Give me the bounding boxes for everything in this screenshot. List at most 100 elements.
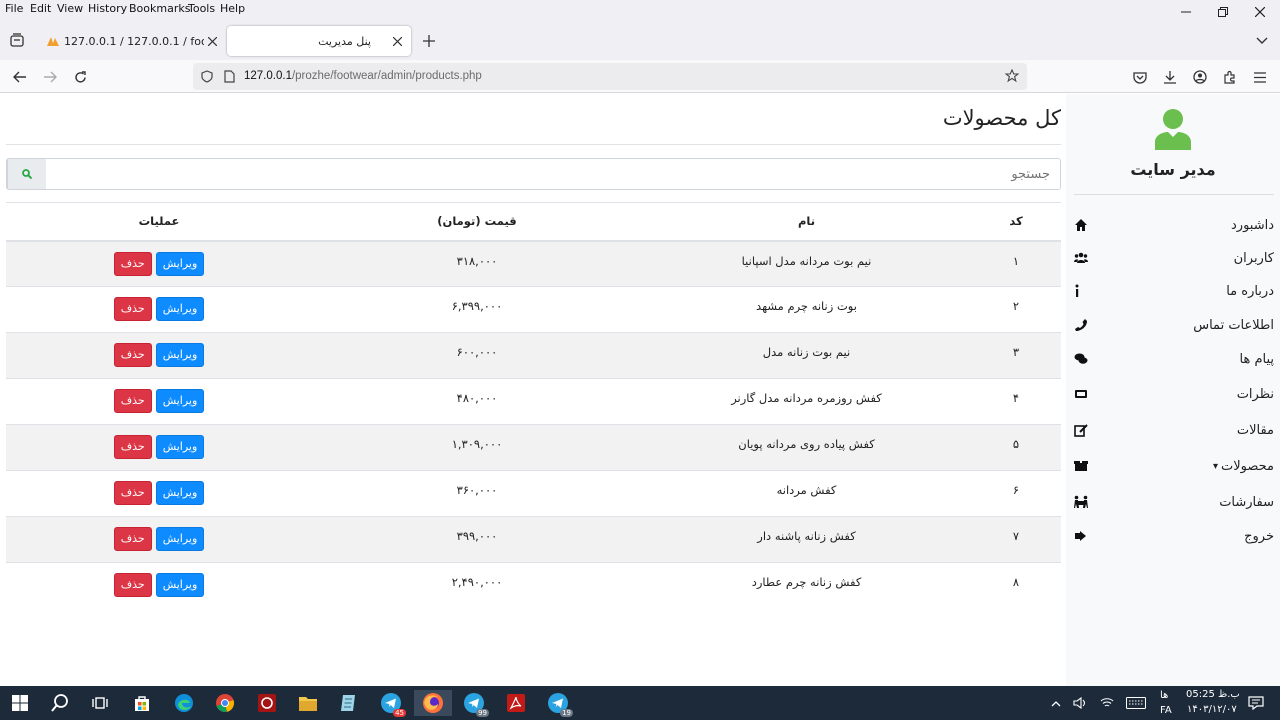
volume-button[interactable] bbox=[1067, 690, 1093, 716]
windows-logo-icon bbox=[12, 695, 28, 711]
sidebar-item-dashboard[interactable]: داشبورد bbox=[1074, 215, 1274, 235]
restore-icon bbox=[1218, 7, 1228, 17]
reload-button[interactable] bbox=[70, 67, 90, 87]
folder-icon bbox=[299, 697, 317, 711]
sidebar-item-orders[interactable]: سفارشات bbox=[1074, 492, 1274, 512]
delete-button[interactable]: حذف bbox=[113, 251, 152, 276]
caret-down-icon: ▾ bbox=[1212, 460, 1218, 472]
table-row: ۴ کفش روزمره مردانه مدل گارنر ۴۸۰,۰۰۰ وی… bbox=[6, 378, 1061, 425]
forward-button[interactable] bbox=[40, 67, 60, 87]
sidebar-item-about[interactable]: درباره ما bbox=[1074, 281, 1274, 301]
menu-file[interactable]: File bbox=[5, 2, 23, 15]
app-menu-button[interactable] bbox=[1250, 67, 1270, 87]
edge-button[interactable] bbox=[171, 690, 197, 716]
task-view-button[interactable] bbox=[87, 690, 113, 716]
delete-button[interactable]: حذف bbox=[113, 389, 152, 413]
new-tab-button[interactable] bbox=[419, 31, 439, 51]
downloads-button[interactable] bbox=[1160, 67, 1180, 87]
edit-button[interactable]: ویرایش bbox=[155, 251, 205, 276]
search-input[interactable] bbox=[45, 159, 1060, 189]
notification-badge: 99 bbox=[476, 709, 489, 717]
delete-button[interactable]: حذف bbox=[113, 527, 152, 551]
telegram-button-2[interactable]: 99 bbox=[461, 690, 489, 717]
edge-icon bbox=[175, 694, 193, 712]
account-button[interactable] bbox=[1190, 67, 1210, 87]
product-price: ۶,۳۹۹,۰۰۰ bbox=[312, 286, 642, 333]
product-code: ۴ bbox=[971, 378, 1061, 425]
back-button[interactable] bbox=[10, 67, 30, 87]
pdf-icon bbox=[507, 694, 525, 712]
telegram-button-1[interactable]: 45 bbox=[378, 690, 406, 717]
notifications-button[interactable] bbox=[1243, 690, 1269, 716]
edit-icon bbox=[1074, 424, 1088, 437]
language-indicator-top[interactable]: ها bbox=[1160, 690, 1168, 701]
language-indicator[interactable]: FA bbox=[1160, 705, 1172, 716]
edit-button[interactable]: ویرایش bbox=[155, 297, 205, 321]
sidebar-item-articles[interactable]: مقالات bbox=[1074, 420, 1274, 440]
product-name: کفش مردانه bbox=[642, 470, 971, 517]
network-button[interactable] bbox=[1094, 690, 1120, 716]
tab-list-button[interactable] bbox=[7, 30, 27, 50]
title-divider bbox=[6, 144, 1061, 145]
delete-button[interactable]: حذف bbox=[113, 297, 152, 321]
sidebar-item-logout[interactable]: خروج bbox=[1074, 526, 1274, 546]
tab-close-icon[interactable] bbox=[208, 36, 217, 46]
bookmark-star-icon[interactable] bbox=[1005, 69, 1019, 83]
edit-button[interactable]: ویرایش bbox=[155, 481, 205, 505]
sidebar-item-users[interactable]: کاربران bbox=[1074, 248, 1274, 268]
firefox-button[interactable] bbox=[414, 690, 452, 716]
row-actions: ویرایشحذف bbox=[6, 470, 312, 517]
menu-bookmarks[interactable]: Bookmarks bbox=[129, 2, 190, 15]
edit-button[interactable]: ویرایش bbox=[155, 527, 205, 551]
telegram-button-3[interactable]: 19 bbox=[545, 690, 573, 717]
store-button[interactable] bbox=[129, 690, 155, 716]
extensions-button[interactable] bbox=[1220, 67, 1240, 87]
admin-name: مدیر سایت bbox=[1130, 160, 1216, 179]
sidebar-item-products[interactable]: محصولات ▾ bbox=[1074, 456, 1274, 476]
menu-history[interactable]: History bbox=[88, 2, 127, 15]
sidebar-item-label: درباره ما bbox=[1226, 283, 1274, 299]
notepad-button[interactable] bbox=[336, 690, 362, 716]
keyboard-button[interactable] bbox=[1123, 690, 1149, 716]
sidebar-item-contact[interactable]: اطلاعات تماس bbox=[1074, 315, 1274, 335]
menu-edit[interactable]: Edit bbox=[30, 2, 51, 15]
clock-time[interactable]: 05:25 ب.ظ bbox=[1186, 689, 1240, 700]
edit-button[interactable]: ویرایش bbox=[155, 343, 205, 367]
search-taskbar-button[interactable] bbox=[47, 690, 73, 716]
delete-button[interactable]: حذف bbox=[113, 435, 152, 459]
clock-date[interactable]: ۱۴۰۳/۱۲/۰۷ bbox=[1187, 704, 1237, 715]
tab-phpmyadmin[interactable]: 127.0.0.1 / 127.0.0.1 / footwear bbox=[40, 26, 222, 56]
users-icon bbox=[1074, 252, 1088, 263]
delete-button[interactable]: حذف bbox=[113, 481, 152, 505]
tab-admin-panel[interactable]: پنل مدیریت bbox=[227, 26, 411, 56]
menu-help[interactable]: Help bbox=[220, 2, 245, 15]
edit-button[interactable]: ویرایش bbox=[155, 389, 205, 413]
delete-button[interactable]: حذف bbox=[113, 573, 152, 597]
tab-list-icon bbox=[10, 33, 24, 47]
menu-view[interactable]: View bbox=[57, 2, 83, 15]
keyboard-icon bbox=[1126, 697, 1146, 709]
chrome-button[interactable] bbox=[212, 690, 238, 716]
notification-icon bbox=[1248, 696, 1264, 710]
acrobat-button[interactable] bbox=[503, 690, 529, 716]
url-bar[interactable]: 127.0.0.1/prozhe/footwear/admin/products… bbox=[193, 63, 1027, 90]
tab-title: پنل مدیریت bbox=[318, 34, 371, 48]
delete-button[interactable]: حذف bbox=[113, 343, 152, 367]
windows-taskbar: 45 99 19 ها FA 05:25 ب.ظ ۱۴۰۳/۱۲/۰۷ bbox=[0, 686, 1280, 720]
edit-button[interactable]: ویرایش bbox=[155, 435, 205, 459]
comments-icon bbox=[1074, 353, 1088, 364]
sidebar-item-comments[interactable]: نظرات bbox=[1074, 384, 1274, 404]
sidebar-item-messages[interactable]: پیام ها bbox=[1074, 349, 1274, 369]
tab-close-icon[interactable] bbox=[393, 36, 402, 46]
start-button[interactable] bbox=[7, 690, 33, 716]
edit-button[interactable]: ویرایش bbox=[155, 573, 205, 597]
products-table: کد نام قیمت (تومان) عملیات ۱ نیم بوت مرد… bbox=[6, 202, 1061, 609]
reload-icon bbox=[74, 70, 86, 83]
file-explorer-button[interactable] bbox=[295, 690, 321, 716]
app-red-button[interactable] bbox=[254, 690, 280, 716]
pocket-button[interactable] bbox=[1130, 67, 1150, 87]
search-button[interactable] bbox=[7, 159, 46, 189]
menu-tools[interactable]: Tools bbox=[188, 2, 215, 15]
list-all-tabs-button[interactable] bbox=[1252, 31, 1272, 51]
tray-overflow-button[interactable] bbox=[1043, 690, 1069, 716]
